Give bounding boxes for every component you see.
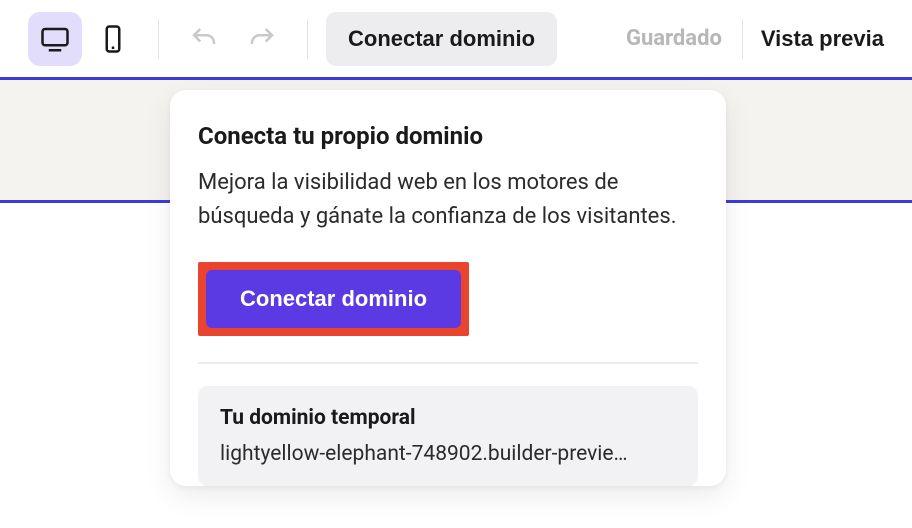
mobile-view-button[interactable] [86, 12, 140, 66]
redo-icon [247, 24, 277, 54]
mobile-icon [98, 24, 128, 54]
connect-domain-popover: Conecta tu propio dominio Mejora la visi… [170, 90, 726, 486]
connect-button-highlight: Conectar dominio [198, 262, 469, 336]
popover-title: Conecta tu propio dominio [198, 122, 698, 150]
popover-description: Mejora la visibilidad web en los motores… [198, 166, 698, 234]
divider [198, 362, 698, 364]
saved-status: Guardado [626, 26, 722, 51]
temporary-domain-box: Tu dominio temporal lightyellow-elephant… [198, 386, 698, 486]
preview-button[interactable]: Vista previa [742, 19, 884, 59]
desktop-view-button[interactable] [28, 12, 82, 66]
temporary-domain-value: lightyellow-elephant-748902.builder-prev… [220, 442, 676, 466]
top-toolbar: Conectar dominio Guardado Vista previa [0, 0, 912, 80]
connect-domain-chip[interactable]: Conectar dominio [326, 12, 557, 66]
connect-domain-button[interactable]: Conectar dominio [206, 270, 461, 328]
undo-icon [189, 24, 219, 54]
divider [307, 19, 308, 59]
temporary-domain-title: Tu dominio temporal [220, 406, 676, 430]
desktop-icon [40, 24, 70, 54]
redo-button[interactable] [235, 12, 289, 66]
undo-button[interactable] [177, 12, 231, 66]
divider [158, 19, 159, 59]
